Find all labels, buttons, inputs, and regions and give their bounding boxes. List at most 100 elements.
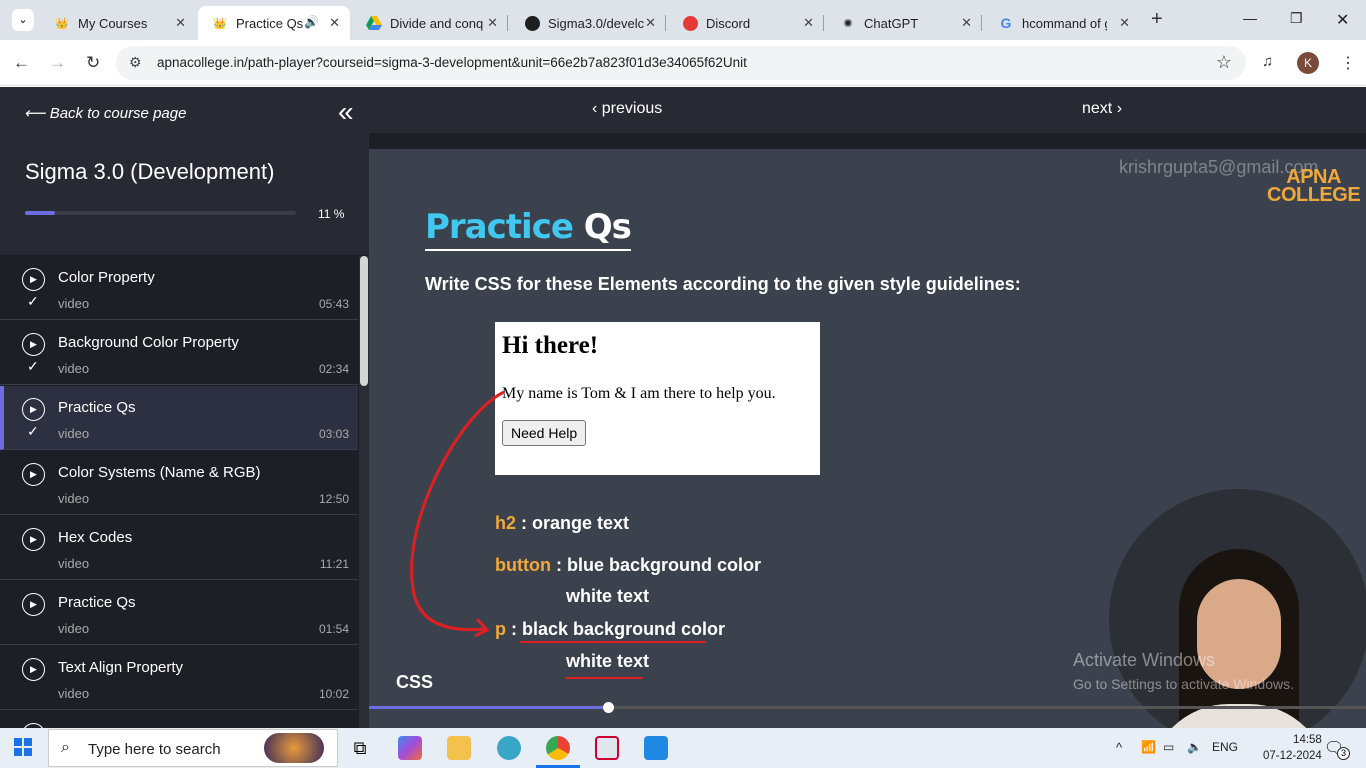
annotation-arrow <box>410 390 505 638</box>
edge-browser-icon[interactable] <box>497 736 521 760</box>
bookmark-star-icon[interactable]: ☆ <box>1216 52 1232 73</box>
restore-icon[interactable]: ❐ <box>1290 10 1303 27</box>
lesson-item[interactable]: ▶ <box>0 711 358 728</box>
close-icon[interactable]: ✕ <box>487 15 498 31</box>
rule-button: button : blue background color <box>495 555 761 576</box>
video-frame[interactable]: krishrgupta5@gmail.com APNA COLLEGE Pract… <box>369 149 1366 749</box>
tab-divider <box>823 15 824 31</box>
close-icon[interactable]: ✕ <box>645 15 656 31</box>
task-view-icon[interactable]: ⧉ <box>348 736 372 760</box>
annotation-underline <box>520 641 706 643</box>
forward-arrow-icon[interactable]: → <box>49 53 66 73</box>
url-text[interactable]: apnacollege.in/path-player?courseid=sigm… <box>157 55 747 70</box>
media-controls-icon[interactable]: ♫ <box>1262 53 1273 70</box>
checkmark-icon: ✓ <box>27 423 39 439</box>
tab-chatgpt[interactable]: ✺ ChatGPT ✕ <box>826 6 982 40</box>
previous-button[interactable]: ‹ previous <box>592 100 662 118</box>
lesson-title: Hex Codes <box>58 529 133 546</box>
tab-my-courses[interactable]: 👑 My Courses ✕ <box>40 6 196 40</box>
instructor-webcam <box>1109 489 1366 749</box>
checkmark-icon: ✓ <box>27 293 39 309</box>
tab-github[interactable]: Sigma3.0/develc ✕ <box>510 6 666 40</box>
slide-title-part-1: Practice <box>425 207 574 247</box>
lesson-type: video <box>58 686 90 701</box>
left-arrow-icon: ⟵ <box>24 105 46 122</box>
site-info-icon[interactable]: ⚙ <box>129 54 142 71</box>
play-icon: ▶ <box>22 658 45 681</box>
tab-discord[interactable]: Discord ✕ <box>668 6 824 40</box>
close-icon[interactable]: ✕ <box>961 15 972 31</box>
file-explorer-icon[interactable] <box>447 736 471 760</box>
lesson-title: Background Color Property <box>58 334 239 351</box>
tab-divider <box>507 15 508 31</box>
close-icon[interactable]: ✕ <box>1119 15 1130 31</box>
tab-title: ChatGPT <box>864 15 919 31</box>
rule-p-line-2: white text <box>566 651 649 672</box>
lesson-title: Practice Qs <box>58 594 136 611</box>
tab-title: hcommand of gi <box>1022 15 1107 31</box>
lesson-duration: 10:02 <box>318 687 349 701</box>
lesson-item[interactable]: ▶ Hex Codes video 11:21 <box>0 516 358 580</box>
apna-college-logo: APNA COLLEGE <box>1267 167 1361 206</box>
demo-heading: Hi there! <box>502 332 599 359</box>
profile-avatar[interactable]: K <box>1297 52 1319 74</box>
seek-handle[interactable] <box>603 702 615 713</box>
vscode-icon[interactable] <box>644 736 668 760</box>
minimize-icon[interactable]: — <box>1243 10 1257 26</box>
close-icon[interactable]: ✕ <box>329 15 340 31</box>
menu-kebab-icon[interactable]: ⋮ <box>1340 53 1356 73</box>
collapse-sidebar-icon[interactable]: « <box>338 96 354 128</box>
wifi-icon[interactable]: 📶 <box>1141 740 1156 754</box>
rule-text: white text <box>566 586 650 606</box>
clock-date: 07-12-2024 <box>1263 750 1322 762</box>
copilot-icon[interactable] <box>398 736 422 760</box>
rule-text: : blue background color <box>555 555 761 575</box>
lesson-item[interactable]: ▶ ✓ Background Color Property video 02:3… <box>0 321 358 385</box>
reload-icon[interactable]: ↻ <box>86 53 100 73</box>
back-arrow-icon[interactable]: ← <box>13 53 30 73</box>
lesson-item[interactable]: ▶ Text Align Property video 10:02 <box>0 646 358 710</box>
volume-icon[interactable]: 🔈 <box>1187 740 1202 754</box>
progress-percent: 11 % <box>318 207 345 221</box>
annotation-underline <box>565 677 643 679</box>
taskbar-search[interactable]: ⌕ Type here to search <box>48 729 338 767</box>
play-icon: ▶ <box>22 268 45 291</box>
close-icon[interactable]: ✕ <box>175 15 186 31</box>
tab-search-icon[interactable]: ⌄ <box>12 9 34 31</box>
address-bar[interactable]: ⚙ apnacollege.in/path-player?courseid=si… <box>116 46 1246 80</box>
next-button[interactable]: next › <box>1082 100 1122 118</box>
chrome-icon[interactable] <box>546 736 570 760</box>
lesson-title: Color Systems (Name & RGB) <box>58 464 261 481</box>
tab-google-drive[interactable]: Divide and conq ✕ <box>352 6 508 40</box>
chevron-up-icon[interactable]: ^ <box>1116 740 1122 755</box>
sidebar-header: ⟵ Back to course page « Sigma 3.0 (Devel… <box>0 87 369 255</box>
scrollbar-thumb[interactable] <box>360 256 368 386</box>
back-to-course-link[interactable]: ⟵ Back to course page <box>24 104 186 122</box>
close-icon[interactable]: ✕ <box>803 15 814 31</box>
snipping-tool-icon[interactable] <box>595 736 619 760</box>
system-clock[interactable]: 14:58 07-12-2024 <box>1263 732 1322 764</box>
lesson-item[interactable]: ▶ Color Systems (Name & RGB) video 12:50 <box>0 451 358 515</box>
battery-icon[interactable]: ▭ <box>1163 740 1174 754</box>
search-placeholder: Type here to search <box>88 741 221 758</box>
seek-progress <box>369 706 609 709</box>
windows-start-icon[interactable] <box>14 738 32 761</box>
lesson-list: ▶ ✓ Color Property video 05:43 ▶ ✓ Backg… <box>0 256 358 728</box>
tab-practice-qs[interactable]: 👑 Practice Qs 🔊 ✕ <box>198 6 350 40</box>
lesson-title: Color Property <box>58 269 155 286</box>
language-indicator[interactable]: ENG <box>1212 740 1238 754</box>
lesson-duration: 01:54 <box>318 622 349 636</box>
tab-title: Discord <box>706 15 751 31</box>
sidebar-scrollbar[interactable] <box>359 256 369 728</box>
lesson-title: Text Align Property <box>58 659 184 676</box>
seek-bar[interactable] <box>369 702 1366 713</box>
window-close-icon[interactable]: ✕ <box>1336 10 1349 30</box>
lesson-item[interactable]: ▶ Practice Qs video 01:54 <box>0 581 358 645</box>
speaker-icon[interactable]: 🔊 <box>304 15 319 29</box>
logo-line-2: COLLEGE <box>1267 184 1361 206</box>
tab-title: Divide and conq <box>390 15 484 31</box>
lesson-item[interactable]: ▶ ✓ Color Property video 05:43 <box>0 256 358 320</box>
new-tab-icon[interactable]: + <box>1151 8 1163 31</box>
lesson-item-active[interactable]: ▶ ✓ Practice Qs video 03:03 <box>0 386 358 450</box>
tab-google[interactable]: G hcommand of gi ✕ <box>984 6 1140 40</box>
